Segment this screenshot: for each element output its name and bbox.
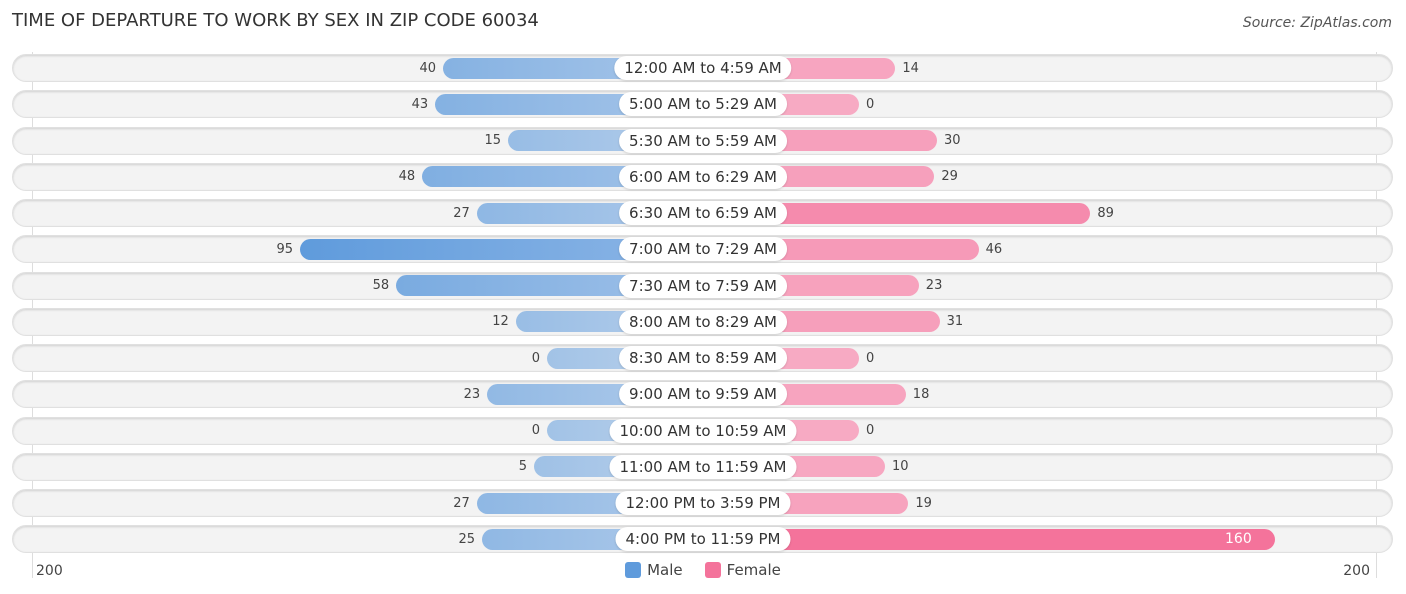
female-value-label: 89	[1097, 205, 1114, 221]
male-value-label: 12	[492, 314, 509, 330]
category-label: 6:00 AM to 6:29 AM	[619, 164, 787, 189]
category-label: 11:00 AM to 11:59 AM	[609, 454, 797, 479]
female-value-label: 0	[866, 350, 875, 366]
male-value-label: 40	[419, 60, 436, 76]
female-value-label: 160	[1225, 530, 1252, 547]
category-label: 8:30 AM to 8:59 AM	[619, 346, 787, 370]
legend: Male Female	[0, 561, 1406, 579]
legend-item-female: Female	[704, 561, 781, 579]
male-value-label: 27	[453, 205, 470, 221]
male-value-label: 23	[463, 386, 481, 402]
category-label: 5:30 AM to 5:59 AM	[619, 128, 787, 153]
male-value-label: 95	[276, 241, 293, 257]
male-value-label: 5	[518, 459, 527, 475]
male-value-label: 25	[458, 531, 475, 547]
female-value-label: 18	[912, 386, 930, 402]
category-label: 9:00 AM to 9:59 AM	[619, 382, 787, 407]
female-value-label: 14	[902, 60, 919, 76]
category-label: 10:00 AM to 10:59 AM	[609, 418, 797, 443]
chart-title: TIME OF DEPARTURE TO WORK BY SEX IN ZIP …	[12, 10, 539, 31]
female-value-label: 46	[985, 241, 1003, 257]
category-label: 6:30 AM to 6:59 AM	[619, 201, 787, 225]
female-value-label: 10	[892, 459, 909, 475]
category-label: 8:00 AM to 8:29 AM	[619, 309, 787, 334]
legend-label-female: Female	[726, 561, 781, 579]
category-label: 7:00 AM to 7:29 AM	[619, 237, 787, 262]
category-label: 5:00 AM to 5:29 AM	[619, 92, 787, 117]
female-value-label: 19	[915, 495, 932, 511]
male-value-label: 0	[531, 423, 540, 438]
category-label: 12:00 PM to 3:59 PM	[615, 491, 791, 515]
category-label: 12:00 AM to 4:59 AM	[614, 56, 792, 80]
legend-swatch-male	[625, 562, 642, 578]
female-value-label: 0	[866, 423, 875, 438]
male-value-label: 48	[398, 169, 416, 185]
legend-item-male: Male	[625, 561, 683, 579]
male-value-label: 58	[372, 278, 390, 293]
male-value-label: 15	[484, 133, 501, 148]
female-value-label: 29	[941, 169, 958, 185]
category-label: 4:00 PM to 11:59 PM	[615, 527, 791, 552]
female-value-label: 31	[946, 314, 964, 330]
male-value-label: 27	[453, 495, 470, 511]
source-note: Source: ZipAtlas.com	[1242, 15, 1392, 31]
female-value-label: 0	[866, 96, 875, 112]
female-value-label: 23	[925, 278, 943, 293]
legend-label-male: Male	[647, 561, 683, 579]
chart-root: { "chart_data": { "type": "bar", "orient…	[0, 0, 1406, 594]
category-label: 7:30 AM to 7:59 AM	[619, 273, 787, 298]
female-value-label: 30	[944, 133, 961, 148]
male-value-label: 43	[411, 96, 429, 112]
male-value-label: 0	[531, 350, 540, 366]
legend-swatch-female	[704, 562, 721, 578]
